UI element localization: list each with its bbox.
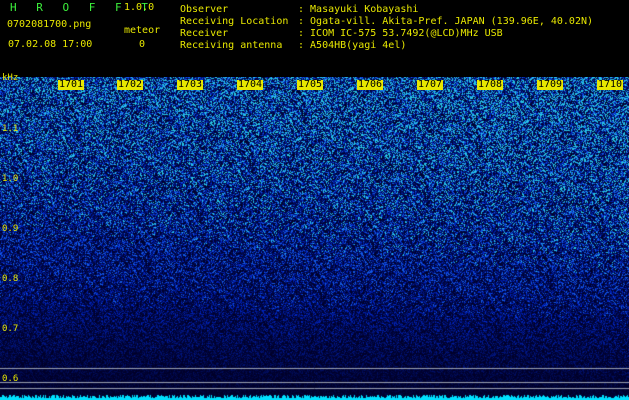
time-label: 1703 — [177, 79, 204, 90]
meteor-count: 0 — [139, 39, 146, 50]
time-label: 1706 — [357, 79, 384, 90]
time-label: 1709 — [537, 79, 564, 90]
version-label: 1.0.0 — [124, 2, 155, 13]
meteor-label: meteor — [124, 25, 161, 36]
time-label: 1701 — [58, 79, 85, 90]
receiver-value: : ICOM IC-575 53.7492(@LCD)MHz USB — [298, 28, 503, 39]
time-label: 1702 — [117, 79, 144, 90]
datetime-label: 07.02.08 17:00 — [8, 39, 93, 50]
spectrogram-canvas — [0, 77, 629, 400]
time-label: 1708 — [477, 79, 504, 90]
time-label: 1705 — [297, 79, 324, 90]
frequency-unit-label: kHz — [2, 73, 19, 83]
freq-label: 0.7 — [2, 324, 19, 334]
receiver-label: Receiver — [180, 28, 229, 39]
time-label: 1707 — [417, 79, 444, 90]
antenna-label: Receiving antenna — [180, 40, 283, 51]
freq-label: 1.1 — [2, 124, 19, 134]
freq-label: 1.0 — [2, 174, 19, 184]
antenna-value: : A504HB(yagi 4el) — [298, 40, 407, 51]
time-label: 1710 — [597, 79, 624, 90]
filename-label: 0702081700.png — [7, 19, 92, 30]
observer-value: : Masayuki Kobayashi — [298, 4, 419, 15]
observer-label: Observer — [180, 4, 229, 15]
time-label: 1704 — [237, 79, 264, 90]
freq-label: 0.9 — [2, 224, 19, 234]
location-value: : Ogata-vill. Akita-Pref. JAPAN (139.96E… — [298, 16, 594, 27]
location-label: Receiving Location — [180, 16, 289, 27]
freq-label: 0.8 — [2, 274, 19, 284]
freq-label: 0.6 — [2, 374, 19, 384]
